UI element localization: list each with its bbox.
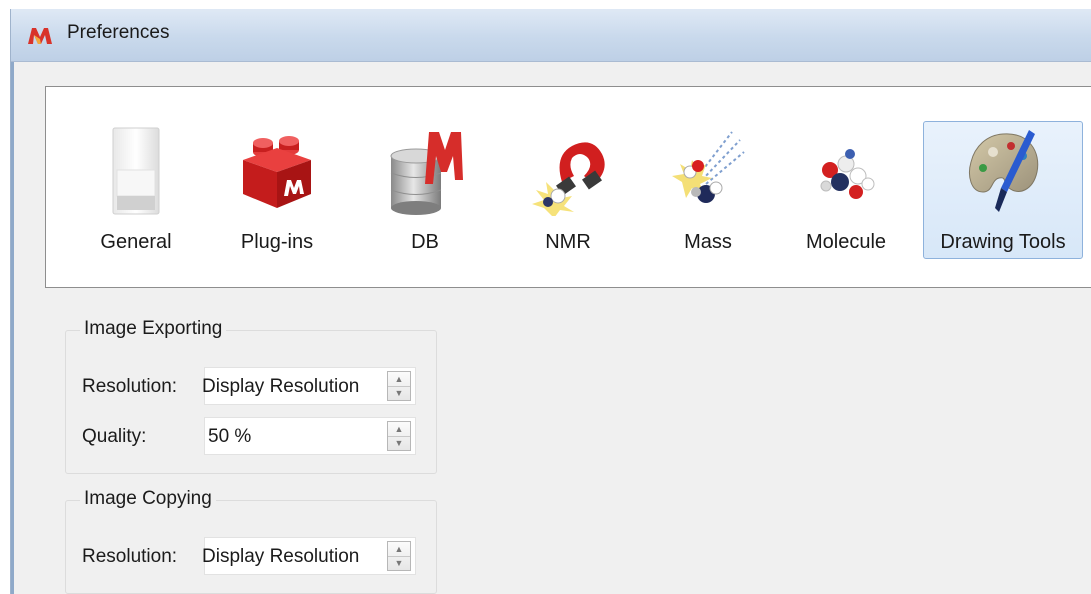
export-quality-up-arrow-icon[interactable]: ▲ [388,422,410,437]
export-quality-down-arrow-icon[interactable]: ▼ [388,436,410,450]
window-title: Preferences [67,22,170,43]
export-resolution-label: Resolution: [82,376,178,397]
image-exporting-group: Image Exporting Resolution: Display Reso… [65,318,437,474]
export-resolution-row: Resolution: Display Resolution ▲ ▼ [82,367,422,405]
plugin-brick-icon [243,136,311,208]
copy-resolution-row: Resolution: Display Resolution ▲ ▼ [82,537,422,575]
export-resolution-stepper: ▲ ▼ [387,371,411,401]
copy-resolution-down-arrow-icon[interactable]: ▼ [388,556,410,570]
molecule-icon [820,149,875,199]
magnet-icon [532,142,605,216]
copy-resolution-spinbox[interactable]: Display Resolution ▲ ▼ [202,537,416,575]
tab-db-label: DB [411,231,439,253]
image-exporting-title: Image Exporting [80,318,227,340]
export-quality-row: Quality: 50 % ▲ ▼ [82,417,422,455]
tab-drawing-tools[interactable]: Drawing Tools [923,121,1083,259]
tab-molecule[interactable]: Molecule [786,121,906,259]
tab-plug-ins[interactable]: Plug-ins [228,121,326,259]
export-quality-value: 50 % [208,426,252,447]
export-resolution-down-arrow-icon[interactable]: ▼ [388,386,410,400]
image-copying-title: Image Copying [80,488,216,510]
tab-db[interactable]: DB [380,121,470,259]
copy-resolution-label: Resolution: [82,546,178,567]
image-copying-group: Image Copying Resolution: Display Resolu… [65,488,437,594]
copy-resolution-value: Display Resolution [202,546,360,567]
export-resolution-spinbox[interactable]: Display Resolution ▲ ▼ [202,367,416,405]
copy-resolution-stepper: ▲ ▼ [387,541,411,571]
tab-drawing-tools-label: Drawing Tools [940,231,1066,253]
tab-mass[interactable]: Mass [664,121,752,259]
export-quality-stepper: ▲ ▼ [387,421,411,451]
general-switch-icon [112,127,160,215]
tab-plug-ins-label: Plug-ins [240,231,314,253]
tab-molecule-label: Molecule [805,231,887,253]
title-bar[interactable]: Preferences [11,9,1091,62]
mestrenova-logo-icon [28,28,52,44]
tab-nmr[interactable]: NMR [524,121,612,259]
export-quality-spinbox[interactable]: 50 % ▲ ▼ [204,417,416,455]
copy-resolution-up-arrow-icon[interactable]: ▲ [388,542,410,557]
export-resolution-up-arrow-icon[interactable]: ▲ [388,372,410,387]
tab-mass-label: Mass [684,231,732,253]
tab-general-label: General [100,231,172,253]
palette-icon [969,130,1039,212]
preferences-category-toolbar: General Plug-ins DB NMR Mass Molecule Dr… [45,86,1091,288]
preferences-window: Preferences General Plug-ins DB NMR Mass… [10,9,1091,594]
tab-general[interactable]: General [92,121,180,259]
export-resolution-value: Display Resolution [202,376,360,397]
export-quality-label: Quality: [82,426,147,447]
tab-nmr-label: NMR [545,231,591,253]
mass-spec-icon [672,131,745,203]
database-icon [390,132,463,215]
window-frame-edge [11,62,14,594]
